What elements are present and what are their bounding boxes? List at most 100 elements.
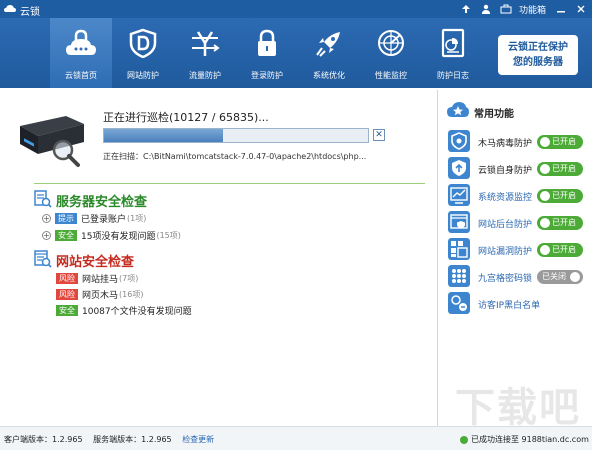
feature-resource-monitor-label[interactable]: 系统资源监控 xyxy=(478,190,532,203)
feature-admin-protect-label[interactable]: 网站后台防护 xyxy=(478,217,532,230)
feature-grid-lock-label[interactable]: 九宫格密码锁 xyxy=(478,271,532,284)
lock-cloud-icon xyxy=(66,29,96,55)
watermark: 下载吧 xyxy=(455,385,581,431)
upgrade-icon[interactable] xyxy=(459,2,473,16)
scan-path-value: C:\BitNami\tomcatstack-7.0.47-0\apache2\… xyxy=(143,152,367,161)
user-icon[interactable] xyxy=(479,2,493,16)
nav-protect-log-label: 防护日志 xyxy=(437,71,469,80)
row-text: 网站挂马 xyxy=(82,275,119,285)
grid-lock-icon[interactable] xyxy=(448,265,470,287)
connected-dot-icon xyxy=(460,435,468,444)
rocket-icon xyxy=(316,32,340,57)
shield-d-icon xyxy=(129,28,157,58)
nav-traffic-protect[interactable]: 流量防护 xyxy=(174,18,236,88)
toggle-label: 已开启 xyxy=(552,164,576,173)
toggle-knob xyxy=(540,137,550,147)
toggle-knob xyxy=(540,245,550,255)
admin-protect-icon[interactable] xyxy=(448,211,470,233)
connection-status: 已成功连接至 9188tian.dc.com xyxy=(460,434,589,445)
protect-status-line2: 您的服务器 xyxy=(513,57,563,68)
web-row-safe-files[interactable]: 安全 10087个文件没有发现问题 xyxy=(56,304,192,317)
toggle-label: 已开启 xyxy=(552,218,576,227)
toolbox-icon[interactable] xyxy=(499,2,513,16)
client-version: 客户端版本：1.2.965 xyxy=(4,435,83,444)
connection-status-text: 已成功连接至 9188tian.dc.com xyxy=(471,435,589,444)
close-icon[interactable] xyxy=(574,2,588,16)
toggle-label: 已开启 xyxy=(552,245,576,254)
feature-self-protect-label: 云锁自身防护 xyxy=(478,166,533,176)
risk-badge: 风险 xyxy=(56,289,78,300)
row-text: 网页木马 xyxy=(82,291,119,301)
row-text: 已登录账户 xyxy=(81,215,127,225)
row-count: (15项) xyxy=(156,231,181,240)
scan-current-path: 正在扫描：C:\BitNami\tomcatstack-7.0.47-0\apa… xyxy=(103,151,366,162)
row-count: (7项) xyxy=(119,274,139,283)
nav-web-protect[interactable]: 网站防护 xyxy=(112,18,174,88)
expand-icon[interactable]: + xyxy=(42,214,51,223)
toggle-knob xyxy=(540,164,550,174)
common-functions-title: 常用功能 xyxy=(474,109,514,120)
status-bar: 客户端版本：1.2.965 服务端版本：1.2.965 检查更新 已成功连接至 … xyxy=(0,426,592,450)
scan-progress-fill xyxy=(104,129,223,142)
nav-system-optimize[interactable]: 系统优化 xyxy=(298,18,360,88)
feature-ip-list-label[interactable]: 访客IP黑白名单 xyxy=(478,298,540,311)
nav-home[interactable]: 云锁首页 xyxy=(50,18,112,88)
toggle-self-protect[interactable]: 已开启 xyxy=(537,162,583,176)
row-count: (16项) xyxy=(119,290,144,299)
nav-login-protect[interactable]: 登录防护 xyxy=(236,18,298,88)
main-toolbar: 云锁首页 网站防护 流量防护 登录防护 系统优化 性能监控 防护日志 云锁正在保… xyxy=(0,18,592,88)
window-title: 云锁 xyxy=(20,7,40,18)
web-row-webshell[interactable]: 风险 网页木马 (16项) xyxy=(56,288,143,301)
vuln-protect-icon[interactable] xyxy=(448,238,470,260)
row-count: (1项) xyxy=(127,214,147,223)
traffic-icon xyxy=(192,31,220,56)
toggle-knob xyxy=(540,191,550,201)
protect-status-line1: 云锁正在保护 xyxy=(508,42,568,53)
star-cloud-icon xyxy=(447,102,469,117)
toggle-knob xyxy=(570,272,580,282)
toggle-label: 已开启 xyxy=(552,191,576,200)
feature-vuln-protect-label[interactable]: 网站漏洞防护 xyxy=(478,244,532,257)
panel-divider xyxy=(437,90,438,426)
website-section-title: 网站安全检查 xyxy=(56,255,135,270)
server-row-logged-accounts[interactable]: + 提示 已登录账户 (1项) xyxy=(42,212,146,225)
server-section-title: 服务器安全检查 xyxy=(56,195,148,210)
nav-home-label: 云锁首页 xyxy=(65,71,97,80)
toolbox-menu[interactable]: 功能箱 xyxy=(519,3,546,16)
risk-badge: 风险 xyxy=(56,273,78,284)
stop-scan-button[interactable]: ✕ xyxy=(373,129,385,141)
radar-icon xyxy=(378,30,404,56)
website-check-icon xyxy=(34,250,52,268)
feature-trojan-label: 木马病毒防护 xyxy=(478,139,533,149)
server-check-icon xyxy=(34,190,52,208)
self-protect-icon[interactable] xyxy=(448,157,470,179)
trojan-shield-icon[interactable] xyxy=(448,130,470,152)
check-update-link[interactable]: 检查更新 xyxy=(182,435,214,444)
server-row-safe-items[interactable]: + 安全 15项没有发现问题 (15项) xyxy=(42,229,181,242)
web-row-hanging-horse[interactable]: 风险 网站挂马 (7项) xyxy=(56,272,138,285)
toggle-trojan[interactable]: 已开启 xyxy=(537,135,583,149)
nav-protect-log[interactable]: 防护日志 xyxy=(422,18,484,88)
nav-perf-monitor[interactable]: 性能监控 xyxy=(360,18,422,88)
toggle-vuln-protect[interactable]: 已开启 xyxy=(537,243,583,257)
row-text: 15项没有发现问题 xyxy=(81,232,156,242)
log-report-icon xyxy=(441,28,465,58)
ip-list-icon[interactable] xyxy=(448,292,470,314)
toggle-grid-lock[interactable]: 已关闭 xyxy=(537,270,583,284)
nav-system-optimize-label: 系统优化 xyxy=(313,71,345,80)
toggle-knob xyxy=(540,218,550,228)
expand-icon[interactable]: + xyxy=(42,231,51,240)
toggle-resource-monitor[interactable]: 已开启 xyxy=(537,189,583,203)
scan-progress-bar xyxy=(103,128,369,143)
scan-path-label: 正在扫描： xyxy=(103,152,143,161)
server-scan-illustration xyxy=(20,116,84,167)
toggle-admin-protect[interactable]: 已开启 xyxy=(537,216,583,230)
minimize-icon[interactable] xyxy=(554,2,568,16)
resource-monitor-icon[interactable] xyxy=(448,184,470,206)
nav-perf-monitor-label: 性能监控 xyxy=(375,71,407,80)
padlock-icon xyxy=(258,29,276,56)
section-divider xyxy=(34,183,425,184)
row-text: 10087个文件没有发现问题 xyxy=(82,307,192,317)
nav-traffic-protect-label: 流量防护 xyxy=(189,71,221,80)
service-version: 服务端版本：1.2.965 xyxy=(93,435,172,444)
